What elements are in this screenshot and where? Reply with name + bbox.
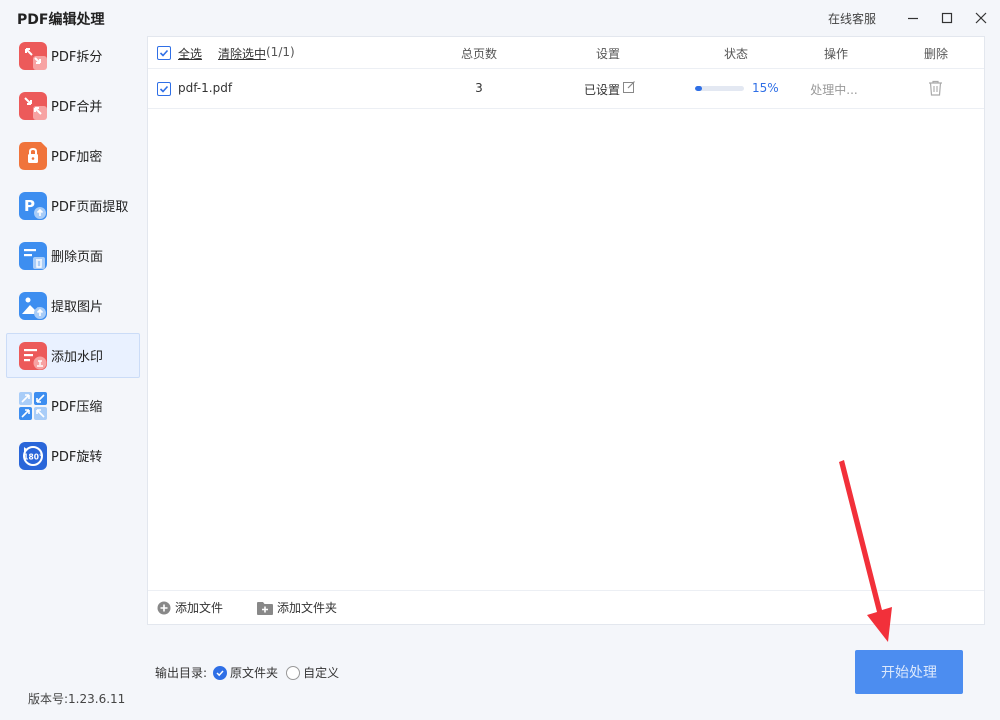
add-folder-label: 添加文件夹 — [277, 601, 338, 615]
radio-original-folder[interactable] — [213, 665, 228, 680]
sidebar-item-label: PDF拆分 — [51, 50, 103, 65]
sidebar-item-add-watermark[interactable]: 添加水印 — [6, 333, 140, 378]
add-file-button[interactable]: 添加文件 — [157, 599, 223, 616]
lock-icon — [19, 141, 47, 170]
minimize-button[interactable] — [898, 3, 928, 33]
checkmark-icon — [159, 85, 169, 93]
sidebar-item-pdf-rotate[interactable]: 180° PDF旋转 — [6, 433, 140, 478]
table-row[interactable]: pdf-1.pdf 3 已设置 15% 处理中... — [148, 69, 984, 109]
sidebar-item-pdf-split[interactable]: PDF拆分 — [6, 33, 140, 78]
sidebar-item-extract-image[interactable]: 提取图片 — [6, 283, 140, 328]
edit-settings-icon[interactable] — [622, 80, 636, 97]
sidebar-item-label: 添加水印 — [51, 350, 104, 365]
column-header-settings: 设置 — [595, 47, 621, 61]
select-all-checkbox[interactable] — [157, 46, 171, 60]
merge-icon — [19, 91, 47, 120]
rotate-icon: 180° — [19, 441, 47, 470]
output-directory-label: 输出目录: — [155, 666, 208, 680]
file-name: pdf-1.pdf — [178, 81, 233, 95]
sidebar: PDF拆分 PDF合并 PDF加密 P PDF页面提取 删除页面 提取图片 添加… — [6, 33, 140, 483]
image-extract-icon — [19, 291, 47, 320]
maximize-icon — [941, 12, 953, 24]
column-header-action: 操作 — [823, 47, 849, 61]
progress-bar — [695, 86, 744, 91]
table-header: 全选 清除选中 (1/1) 总页数 设置 状态 操作 删除 — [148, 37, 984, 69]
sidebar-item-label: PDF合并 — [51, 100, 103, 115]
folder-plus-icon — [257, 601, 274, 615]
sidebar-item-label: PDF加密 — [51, 150, 103, 165]
radio-original-folder-label[interactable]: 原文件夹 — [230, 664, 278, 681]
sidebar-item-label: PDF页面提取 — [51, 200, 129, 215]
select-all-link[interactable]: 全选 — [178, 45, 202, 62]
sidebar-item-pdf-compress[interactable]: PDF压缩 — [6, 383, 140, 428]
minimize-icon — [908, 17, 918, 20]
split-icon — [19, 41, 47, 70]
sidebar-item-label: PDF旋转 — [51, 450, 103, 465]
version-label: 版本号:1.23.6.11 — [28, 692, 126, 706]
sidebar-item-pdf-merge[interactable]: PDF合并 — [6, 83, 140, 128]
red-arrow-annotation — [839, 460, 892, 642]
delete-page-icon — [19, 241, 47, 270]
column-header-delete: 删除 — [923, 47, 949, 61]
svg-text:P: P — [24, 197, 35, 215]
plus-circle-icon — [157, 601, 171, 614]
app-title: PDF编辑处理 — [17, 12, 105, 28]
column-header-pages: 总页数 — [460, 47, 498, 61]
add-file-label: 添加文件 — [175, 601, 224, 615]
sidebar-item-label: 删除页面 — [51, 250, 104, 265]
online-support-link[interactable]: 在线客服 — [828, 10, 876, 27]
radio-custom-folder-label[interactable]: 自定义 — [303, 664, 339, 681]
close-button[interactable] — [966, 3, 996, 33]
radio-custom-folder[interactable] — [286, 665, 301, 680]
column-header-status: 状态 — [723, 47, 749, 61]
selected-count: (1/1) — [266, 45, 295, 59]
sidebar-item-pdf-encrypt[interactable]: PDF加密 — [6, 133, 140, 178]
clear-selected-link[interactable]: 清除选中 — [218, 45, 266, 62]
watermark-icon — [19, 341, 47, 370]
processing-status: 处理中... — [810, 83, 858, 97]
progress-percent: 15% — [752, 81, 779, 95]
window-controls: 在线客服 — [828, 0, 1000, 36]
svg-text:180°: 180° — [23, 452, 43, 461]
maximize-button[interactable] — [932, 3, 962, 33]
sidebar-item-delete-page[interactable]: 删除页面 — [6, 233, 140, 278]
start-processing-button[interactable]: 开始处理 — [855, 650, 963, 694]
trash-icon[interactable] — [928, 80, 943, 99]
checkmark-icon — [216, 669, 224, 676]
sidebar-item-pdf-page-extract[interactable]: P PDF页面提取 — [6, 183, 140, 228]
row-checkbox[interactable] — [157, 82, 171, 96]
progress-bar-fill — [695, 86, 703, 91]
close-icon — [975, 12, 987, 24]
page-extract-icon: P — [19, 191, 47, 220]
output-directory: 输出目录: 原文件夹 自定义 — [155, 664, 339, 681]
sidebar-item-label: 提取图片 — [51, 300, 104, 315]
add-folder-button[interactable]: 添加文件夹 — [257, 599, 337, 616]
compress-icon — [19, 391, 47, 420]
title-bar: PDF编辑处理 在线客服 — [0, 0, 1000, 36]
checkmark-icon — [159, 49, 169, 57]
sidebar-item-label: PDF压缩 — [51, 400, 103, 415]
page-count: 3 — [475, 81, 483, 95]
settings-status: 已设置 — [584, 83, 621, 97]
